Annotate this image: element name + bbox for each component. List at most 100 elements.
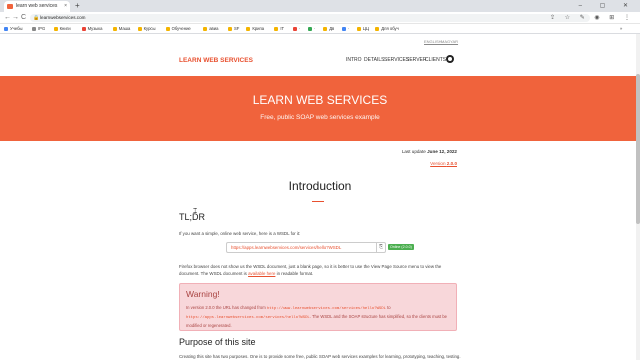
bookmark-folder-icon <box>112 26 117 31</box>
tldr-heading: TL;DR <box>179 212 206 222</box>
warning-text: In version 2.0.0 the URL has changed fro… <box>186 304 452 329</box>
heading-divider <box>312 201 324 202</box>
bookmark-item[interactable]: Книги <box>53 24 71 34</box>
warning-title: Warning! <box>186 289 220 299</box>
page-scrollbar[interactable] <box>636 34 640 360</box>
nav-details[interactable]: DETAILS <box>364 57 384 63</box>
site-favicon-icon <box>7 4 13 9</box>
bookmark-folder-icon <box>341 26 346 31</box>
toolbar-icons[interactable]: ⇪ ☆ ✎ ◉ ⊞ ⋮ <box>550 12 634 24</box>
bookmark-item[interactable]: · <box>308 24 315 34</box>
browser-tabstrip: learn web services × + – ▢ ✕ <box>0 0 640 12</box>
lang-magyar-link[interactable]: MAGYAR <box>441 39 458 44</box>
bookmark-item[interactable]: SF <box>228 24 239 34</box>
bookmark-item[interactable]: Для обуч <box>375 24 399 34</box>
mouse-cursor-icon: ⌶ <box>193 208 198 215</box>
browser-toolbar: ← → C 🔒 learnwebservices.com ⇪ ☆ ✎ ◉ ⊞ ⋮ <box>0 12 640 24</box>
purpose-heading: Purpose of this site <box>179 337 256 347</box>
bookmark-folder-icon <box>323 26 328 31</box>
nav-server[interactable]: SERVER <box>406 57 426 63</box>
bookmark-label: Крипа <box>252 26 265 31</box>
bookmark-item[interactable]: Курсы <box>137 24 156 34</box>
hero-subtitle: Free, public SOAP web services example <box>260 114 380 121</box>
brand-logo[interactable]: LEARN WEB SERVICES <box>179 57 253 64</box>
version-value: 2.0.0 <box>446 161 457 166</box>
bookmark-folder-icon <box>4 26 8 31</box>
hero-banner: LEARN WEB SERVICES Free, public SOAP web… <box>0 76 640 141</box>
bookmark-item[interactable]: · <box>341 24 349 34</box>
bookmark-label: Курсы <box>143 26 156 31</box>
bookmark-item[interactable]: Учебы <box>4 24 23 34</box>
tldr-text: If you want a simple, online web service… <box>179 231 301 236</box>
bookmarks-bar: Учебы IPG Книги Музыка Маша Курсы Обучение авиа… <box>0 24 640 34</box>
lock-icon[interactable]: 🔒 <box>33 14 39 22</box>
bookmark-folder-icon <box>32 26 36 31</box>
bookmark-item[interactable]: Маша <box>112 24 130 34</box>
window-controls[interactable]: – ▢ ✕ <box>579 0 636 12</box>
tab-title: learn web services <box>16 3 58 9</box>
bookmark-label: · <box>314 26 316 31</box>
version-label: Version <box>430 161 446 166</box>
nav-intro[interactable]: INTRO <box>346 57 362 63</box>
last-update-date: June 12, 2022 <box>427 149 457 154</box>
bookmark-item[interactable]: · <box>292 24 301 34</box>
bookmark-label: Книги <box>59 26 71 31</box>
copy-icon[interactable]: ⎘ <box>376 243 385 252</box>
version-link[interactable]: Version 2.0.0 <box>430 161 457 166</box>
bookmark-label: IPG <box>38 26 46 31</box>
bookmark-label: Обучение <box>171 26 191 31</box>
bookmark-item[interactable]: Дв <box>323 24 334 34</box>
bookmark-item[interactable]: ЦЦ <box>356 24 369 34</box>
web-page: ENGLISH MAGYAR LEARN WEB SERVICES INTRO … <box>0 34 640 360</box>
warning-text-2: to <box>385 305 391 310</box>
tab-close-icon[interactable]: × <box>64 1 67 12</box>
address-url: learnwebservices.com <box>40 15 86 20</box>
warning-box: Warning! In version 2.0.0 the URL has ch… <box>179 283 457 331</box>
bookmark-item[interactable]: Музыка <box>81 24 103 34</box>
lang-english-link[interactable]: ENGLISH <box>424 39 442 44</box>
bookmark-folder-icon <box>203 26 208 31</box>
bookmark-folder-icon <box>246 26 251 31</box>
browser-tab[interactable]: learn web services × <box>4 1 70 12</box>
online-status-badge: Online (2.0.0) <box>388 244 414 250</box>
last-update: Last update June 12, 2022 <box>402 149 457 154</box>
bookmark-item[interactable]: IT <box>274 24 284 34</box>
address-bar[interactable]: 🔒 learnwebservices.com <box>30 14 590 22</box>
reload-icon[interactable]: C <box>21 12 26 24</box>
bookmark-folder-icon <box>375 26 380 31</box>
bookmarks-more-icon[interactable]: » <box>620 24 622 34</box>
bookmark-label: SF <box>234 26 240 31</box>
bookmark-item[interactable]: авиа <box>203 24 218 34</box>
intro-heading: Introduction <box>288 179 352 193</box>
bookmark-folder-icon <box>228 26 232 31</box>
wsdl-url-field[interactable]: https://apps.learnwebservices.com/servic… <box>226 242 386 253</box>
bookmark-folder-icon <box>137 26 142 31</box>
bookmark-folder-icon <box>292 26 297 31</box>
forward-icon[interactable]: → <box>12 12 19 24</box>
bookmark-label: IT <box>280 26 285 31</box>
bookmark-label: авиа <box>209 26 219 31</box>
bookmark-folder-icon <box>81 26 86 31</box>
bookmark-item[interactable]: IPG <box>32 24 45 34</box>
wsdl-readable-link[interactable]: available here <box>248 271 275 276</box>
purpose-text: Creating this site has two purposes. One… <box>179 354 461 359</box>
hero-title: LEARN WEB SERVICES <box>252 93 388 107</box>
scrollbar-thumb[interactable] <box>636 74 640 224</box>
bookmark-item[interactable]: Обучение <box>165 24 191 34</box>
bookmark-label: · <box>298 26 301 31</box>
bookmark-folder-icon <box>274 26 279 31</box>
github-icon[interactable] <box>446 55 454 63</box>
last-update-label: Last update <box>401 149 426 154</box>
new-tab-button[interactable]: + <box>75 0 80 12</box>
wsdl-url: https://apps.learnwebservices.com/servic… <box>231 245 342 250</box>
bookmark-folder-icon <box>308 26 312 31</box>
firefox-note: Firefox browser does not show us the WSD… <box>179 263 461 277</box>
bookmark-label: ЦЦ <box>362 26 369 31</box>
bookmark-item[interactable]: Крипа <box>246 24 264 34</box>
back-icon[interactable]: ← <box>4 12 11 24</box>
bookmark-folder-icon <box>53 26 58 31</box>
bookmark-label: Музыка <box>87 26 103 31</box>
bookmark-label: Дв <box>329 26 335 31</box>
nav-clients[interactable]: CLIENTS <box>425 57 446 63</box>
warning-text-1: In version 2.0.0 the URL has changed fro… <box>186 305 267 310</box>
